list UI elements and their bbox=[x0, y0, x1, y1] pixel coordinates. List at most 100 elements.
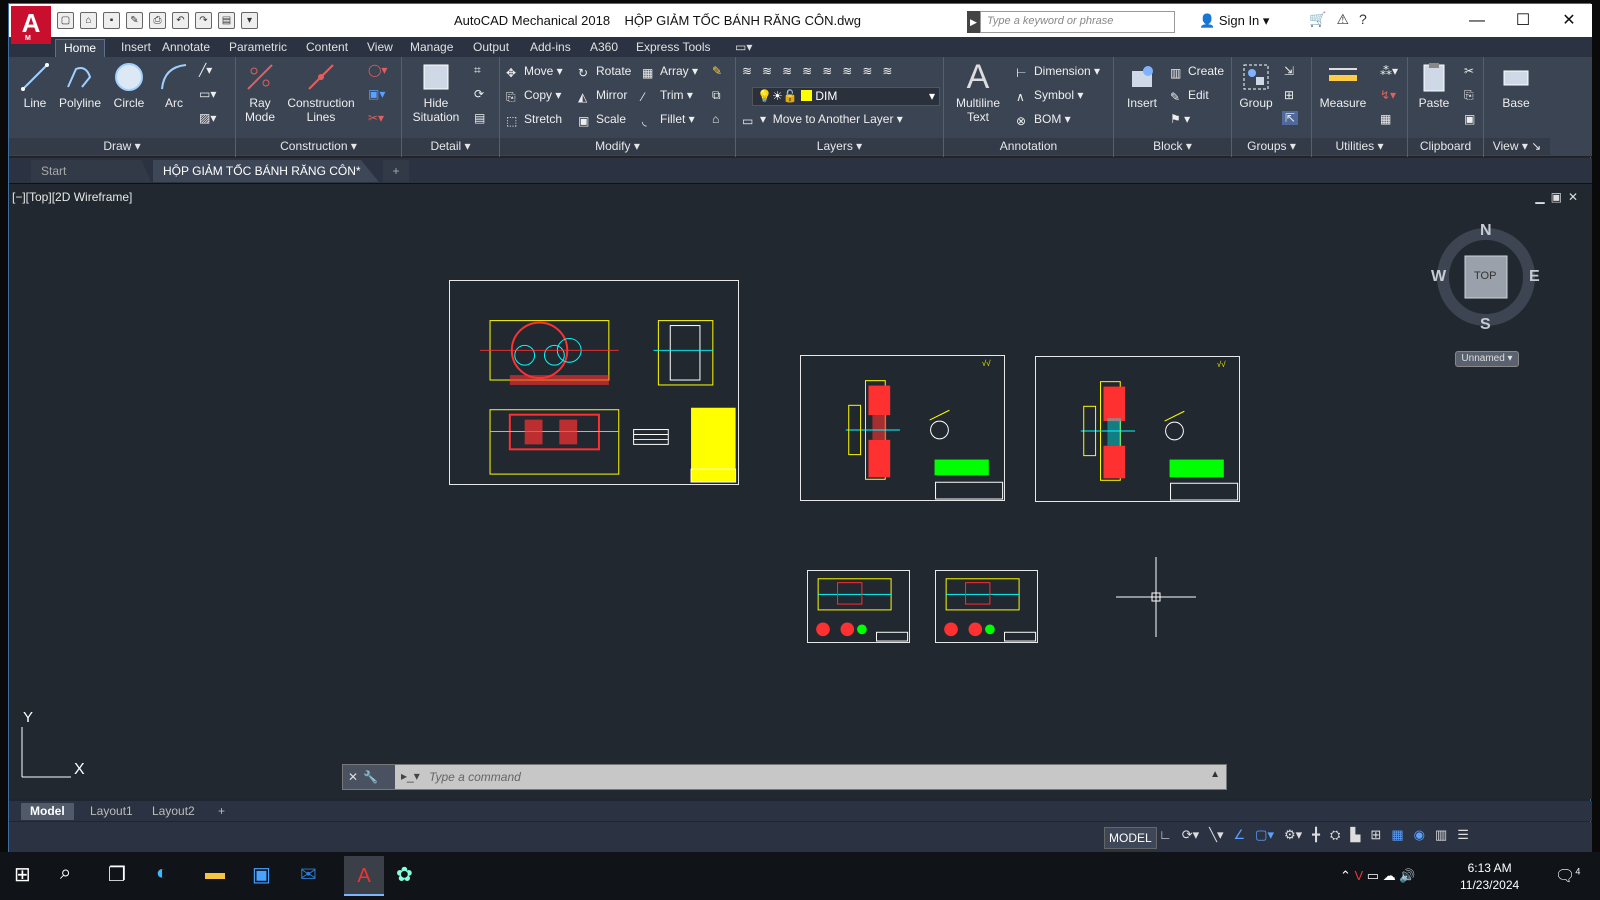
detail-tool3-icon[interactable]: ▤ bbox=[474, 111, 485, 125]
close-command-icon[interactable]: ✕ bbox=[348, 770, 363, 784]
calculator-icon[interactable]: ▦ bbox=[1380, 112, 1391, 126]
exchange-icon[interactable]: ⚠ bbox=[1336, 11, 1349, 28]
viewcube-top-face[interactable]: TOP bbox=[1474, 270, 1496, 282]
tab-insert[interactable]: Insert bbox=[113, 39, 159, 57]
hide-situation-button[interactable]: Hide Situation bbox=[406, 61, 466, 124]
point-icon[interactable]: ⁂▾ bbox=[1380, 64, 1398, 78]
arc-button[interactable]: Arc bbox=[154, 61, 194, 110]
detail-panel-title[interactable]: Detail ▾ bbox=[402, 138, 499, 155]
block-panel-title[interactable]: Block ▾ bbox=[1114, 138, 1231, 155]
paste-button[interactable]: Paste bbox=[1412, 61, 1456, 110]
compass-north[interactable]: N bbox=[1480, 222, 1492, 240]
quick-properties-icon[interactable]: ▥ bbox=[1435, 827, 1447, 843]
construction-delete-icon[interactable]: ✂▾ bbox=[368, 111, 384, 125]
ribbon-toggle-icon[interactable]: ▭▾ bbox=[727, 39, 760, 57]
groups-panel-title[interactable]: Groups ▾ bbox=[1232, 138, 1311, 155]
workspace-icon[interactable]: ⛭ bbox=[1330, 827, 1340, 843]
layers-panel-title[interactable]: Layers ▾ bbox=[736, 138, 943, 155]
customize-command-icon[interactable]: 🔧 bbox=[363, 770, 383, 784]
print-icon[interactable]: ⎙ bbox=[149, 12, 166, 29]
units-icon[interactable]: ▦ bbox=[1391, 827, 1403, 843]
tab-model[interactable]: Model bbox=[21, 803, 74, 820]
minimize-icon[interactable]: — bbox=[1454, 4, 1500, 37]
cart-icon[interactable]: 🛒 bbox=[1309, 11, 1326, 28]
drawing-viewport[interactable]: [−][Top][2D Wireframe] ▁▣✕ N S E W TOP U… bbox=[9, 184, 1592, 799]
group-select-icon[interactable]: ⇱ bbox=[1282, 111, 1299, 125]
compass-west[interactable]: W bbox=[1431, 268, 1446, 286]
edge-browser-icon[interactable]: ◐ bbox=[156, 862, 168, 885]
start-tab[interactable]: Start bbox=[31, 160, 151, 182]
insert-block-button[interactable]: Insert bbox=[1120, 61, 1164, 110]
add-layout-button[interactable]: + bbox=[209, 803, 234, 820]
tab-output[interactable]: Output bbox=[465, 39, 517, 57]
autocad-taskbar-icon[interactable]: A bbox=[344, 856, 384, 896]
construction-panel-title[interactable]: Construction ▾ bbox=[236, 138, 401, 155]
line-button[interactable]: Line bbox=[15, 61, 55, 110]
cut-icon[interactable]: ✂ bbox=[1464, 64, 1474, 78]
modify-panel-title[interactable]: Modify ▾ bbox=[500, 138, 735, 155]
ucs-menu[interactable]: Unnamed ▾ bbox=[1455, 351, 1519, 367]
save-icon[interactable]: ▪ bbox=[103, 12, 120, 29]
copy-clip-icon[interactable]: ⎘ bbox=[1464, 88, 1474, 103]
osnap-icon[interactable]: ▢▾ bbox=[1255, 827, 1274, 843]
tab-layout2[interactable]: Layout2 bbox=[143, 803, 204, 820]
search-expand-icon[interactable]: ▶ bbox=[967, 11, 980, 33]
outlook-icon[interactable]: ✉ bbox=[300, 862, 317, 887]
compass-east[interactable]: E bbox=[1529, 268, 1540, 286]
notification-center-icon[interactable]: 🗨4 bbox=[1555, 866, 1580, 886]
view-panel-title[interactable]: View ▾ ↘ bbox=[1484, 138, 1550, 155]
customize-qat-icon[interactable]: ▾ bbox=[241, 12, 258, 29]
open-icon[interactable]: ⌂ bbox=[80, 12, 97, 29]
tab-parametric[interactable]: Parametric bbox=[221, 39, 295, 57]
snap-icon[interactable]: ⟳▾ bbox=[1182, 827, 1199, 843]
plot-icon[interactable]: ▤ bbox=[218, 12, 235, 29]
clipboard-panel-title[interactable]: Clipboard bbox=[1408, 138, 1483, 155]
ray-mode-button[interactable]: Ray Mode bbox=[238, 61, 282, 124]
drawing-tab[interactable]: HỘP GIẢM TỐC BÁNH RĂNG CÔN* ✕ bbox=[153, 160, 379, 182]
rectangle-icon[interactable]: ▭▾ bbox=[199, 87, 216, 101]
base-view-button[interactable]: Base bbox=[1494, 61, 1538, 110]
viewport-close-icon[interactable]: ✕ bbox=[1568, 190, 1584, 204]
tab-addins[interactable]: Add-ins bbox=[522, 39, 579, 57]
layer-dropdown[interactable]: 💡☀🔓 DIM ▾ bbox=[752, 87, 940, 106]
create-block-button[interactable]: ▥ Create bbox=[1170, 64, 1224, 80]
new-tab-button[interactable]: + bbox=[383, 160, 409, 182]
task-view-icon[interactable]: ❐ bbox=[108, 862, 126, 887]
tab-a360[interactable]: A360 bbox=[582, 39, 626, 57]
viewport-controls-label[interactable]: [−][Top][2D Wireframe] bbox=[12, 190, 132, 204]
dimension-button[interactable]: ⊢ Dimension ▾ bbox=[1016, 64, 1100, 80]
maximize-icon[interactable]: ☐ bbox=[1500, 4, 1546, 37]
utilities-panel-title[interactable]: Utilities ▾ bbox=[1312, 138, 1407, 155]
gear-drawing-sheet-2[interactable] bbox=[935, 570, 1038, 643]
application-menu-button[interactable]: AM bbox=[11, 6, 51, 44]
command-prompt-icon[interactable]: ▸_▾ bbox=[401, 769, 420, 783]
layer-tools-icon[interactable]: ≋≋≋≋≋≋≋≋ bbox=[742, 64, 902, 78]
file-explorer-icon[interactable]: ▬ bbox=[205, 862, 225, 885]
ortho-icon[interactable]: ╲▾ bbox=[1209, 827, 1223, 843]
draw-more-icon[interactable]: ╱▾ bbox=[199, 63, 212, 77]
system-clock[interactable]: 6:13 AM 11/23/2024 bbox=[1460, 860, 1519, 894]
copy-button[interactable]: ⎘ Copy ▾ bbox=[506, 88, 561, 104]
close-icon[interactable]: ✕ bbox=[1546, 4, 1592, 37]
compass-south[interactable]: S bbox=[1480, 316, 1491, 334]
redo-icon[interactable]: ↷ bbox=[195, 12, 212, 29]
tab-annotate[interactable]: Annotate bbox=[154, 39, 218, 57]
block-attr-icon[interactable]: ⚑ ▾ bbox=[1170, 112, 1190, 126]
construction-box-icon[interactable]: ▣▾ bbox=[368, 87, 385, 101]
draw-panel-title[interactable]: Draw ▾ bbox=[9, 138, 235, 155]
measure-button[interactable]: Measure bbox=[1316, 61, 1370, 110]
symbol-button[interactable]: ∧ Symbol ▾ bbox=[1016, 88, 1083, 104]
match-props-icon[interactable]: ▣ bbox=[1464, 112, 1475, 126]
gear-drawing-sheet-1[interactable] bbox=[807, 570, 910, 643]
move-button[interactable]: ✥ Move ▾ bbox=[506, 64, 563, 80]
viewport-restore-icon[interactable]: ▣ bbox=[1551, 190, 1568, 204]
bom-button[interactable]: ⊗ BOM ▾ bbox=[1016, 112, 1071, 128]
polyline-button[interactable]: Polyline bbox=[55, 61, 105, 110]
help-icon[interactable]: ? bbox=[1359, 11, 1367, 28]
array-button[interactable]: ▦ Array ▾ bbox=[642, 64, 698, 80]
circle-button[interactable]: Circle bbox=[109, 61, 149, 110]
modify-extra3-icon[interactable]: ⌂ bbox=[712, 112, 719, 126]
annotation-scale-icon[interactable]: ╋ bbox=[1312, 827, 1320, 843]
assembly-drawing-sheet[interactable] bbox=[449, 280, 739, 485]
group-tool2-icon[interactable]: ⊞ bbox=[1284, 88, 1294, 102]
